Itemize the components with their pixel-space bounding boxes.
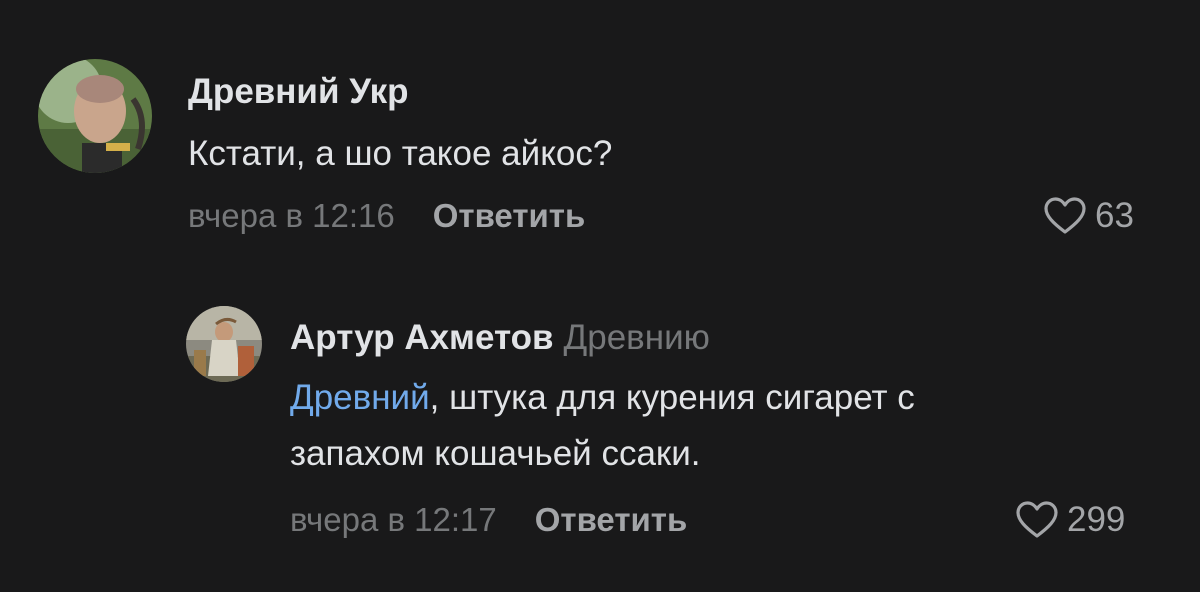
like-button[interactable]: 299 xyxy=(1015,500,1125,540)
author-name-link[interactable]: Артур Ахметов xyxy=(290,318,554,357)
comment-text-line2: запахом кошачьей ссаки. xyxy=(290,434,701,473)
comment-text-line1: , штука для курения сигарет с xyxy=(429,378,915,417)
comments-thread: Древний Укр Кстати, а шо такое айкос? вч… xyxy=(0,0,1200,592)
avatar[interactable] xyxy=(186,306,262,382)
mention-link[interactable]: Древний xyxy=(290,378,430,417)
reply-button[interactable]: Ответить xyxy=(535,501,688,538)
avatar-photo-icon xyxy=(186,306,262,382)
comment-meta: вчера в 12:17 Ответить xyxy=(290,500,687,540)
heart-icon xyxy=(1016,501,1058,538)
reply-to-label[interactable]: Древнию xyxy=(564,318,710,357)
timestamp[interactable]: вчера в 12:17 xyxy=(290,501,497,538)
comment-2: Артур Ахметов Древнию Древний, штука для … xyxy=(0,0,1200,592)
comment-text: Древний, штука для курения сигарет с зап… xyxy=(290,370,915,482)
author-name: Артур Ахметов Древнию xyxy=(290,318,710,358)
like-count: 299 xyxy=(1067,500,1126,539)
